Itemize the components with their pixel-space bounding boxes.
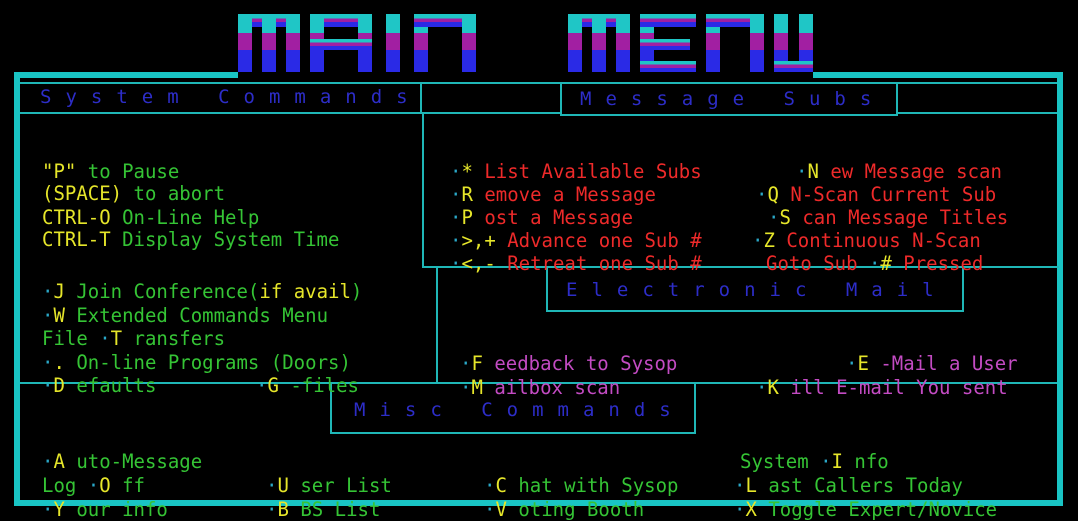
retreat-key: <,- xyxy=(461,252,496,276)
main-menu-title-graphic xyxy=(238,14,813,72)
misc-commands-header: Misc Commands xyxy=(354,399,685,421)
m-key: M xyxy=(471,376,483,400)
menu-item-defaults[interactable]: ·D efaults xyxy=(42,351,156,397)
mailbox-label: ailbox scan xyxy=(482,376,621,400)
message-area-top-line xyxy=(422,112,560,114)
menu-item-mailbox[interactable]: ·M ailbox scan xyxy=(460,353,620,399)
goto-label: Goto Sub xyxy=(766,252,869,276)
hash-key: # xyxy=(880,252,892,276)
toggle-expert-label: Toggle Expert/Novice xyxy=(756,498,998,521)
defaults-label: efaults xyxy=(64,374,157,398)
gfiles-label: -files xyxy=(278,374,359,398)
bbs-list-label: BS List xyxy=(288,498,381,521)
system-commands-header: System Commands xyxy=(40,86,422,108)
frame-left xyxy=(14,72,20,506)
ctrl-t-key: CTRL-T xyxy=(42,228,111,252)
kill-email-label: ill E-mail You sent xyxy=(778,376,1008,400)
frame-top-left xyxy=(14,72,238,78)
message-subs-header: Message Subs xyxy=(580,88,886,110)
message-area-top-line-right xyxy=(896,112,1057,114)
left-panel-right-border xyxy=(436,266,438,382)
menu-item-voting[interactable]: ·V oting Booth xyxy=(484,475,644,521)
k-key: K xyxy=(767,376,779,400)
main-menu-title xyxy=(238,6,813,72)
menu-item-retreat[interactable]: ·<,- Retreat one Sub # xyxy=(450,229,702,275)
menu-item-kill-email[interactable]: ·K ill E-mail You sent xyxy=(756,353,1008,399)
join-close: ) xyxy=(350,280,363,304)
frame-top-right xyxy=(813,72,1063,78)
menu-item-your-info[interactable]: ·Y our info xyxy=(42,475,168,521)
pressed-label: Pressed xyxy=(891,252,984,276)
menu-item-bbs-list[interactable]: ·B BS List xyxy=(266,475,380,521)
time-label: Display System Time xyxy=(110,228,340,252)
menu-item-gfiles[interactable]: ·G -files xyxy=(256,351,359,397)
electronic-mail-header: Electronic Mail xyxy=(566,279,948,301)
y-key: Y xyxy=(53,498,65,521)
menu-item-toggle-expert[interactable]: ·X Toggle Expert/Novice xyxy=(734,475,997,521)
v-key: V xyxy=(495,498,507,521)
d-key: D xyxy=(53,374,65,398)
your-info-label: our info xyxy=(64,498,168,521)
b-key: B xyxy=(277,498,289,521)
menu-item-goto-sub[interactable]: Goto Sub ·# Pressed xyxy=(766,229,983,275)
g-key: G xyxy=(267,374,279,398)
x-key: X xyxy=(745,498,757,521)
voting-label: oting Booth xyxy=(506,498,645,521)
retreat-label: Retreat one Sub # xyxy=(495,252,702,276)
time-line: CTRL-T Display System Time xyxy=(42,205,339,251)
